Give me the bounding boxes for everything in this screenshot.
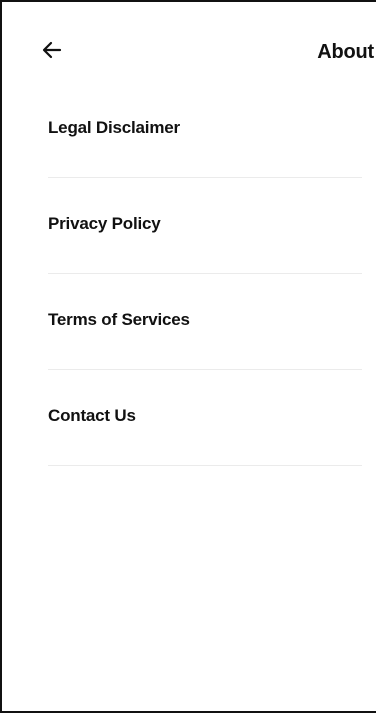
privacy-policy-label: Privacy Policy xyxy=(48,214,161,233)
about-menu-list: Legal Disclaimer Privacy Policy Terms of… xyxy=(48,82,362,466)
terms-of-services-label: Terms of Services xyxy=(48,310,190,329)
privacy-policy-item[interactable]: Privacy Policy xyxy=(48,178,362,274)
legal-disclaimer-label: Legal Disclaimer xyxy=(48,118,180,137)
legal-disclaimer-item[interactable]: Legal Disclaimer xyxy=(48,82,362,178)
terms-of-services-item[interactable]: Terms of Services xyxy=(48,274,362,370)
contact-us-item[interactable]: Contact Us xyxy=(48,370,362,466)
contact-us-label: Contact Us xyxy=(48,406,136,425)
about-screen: About Legal Disclaimer Privacy Policy Te… xyxy=(0,0,376,713)
back-button[interactable] xyxy=(32,30,72,70)
page-title: About xyxy=(317,41,374,63)
arrow-left-icon xyxy=(42,41,62,59)
